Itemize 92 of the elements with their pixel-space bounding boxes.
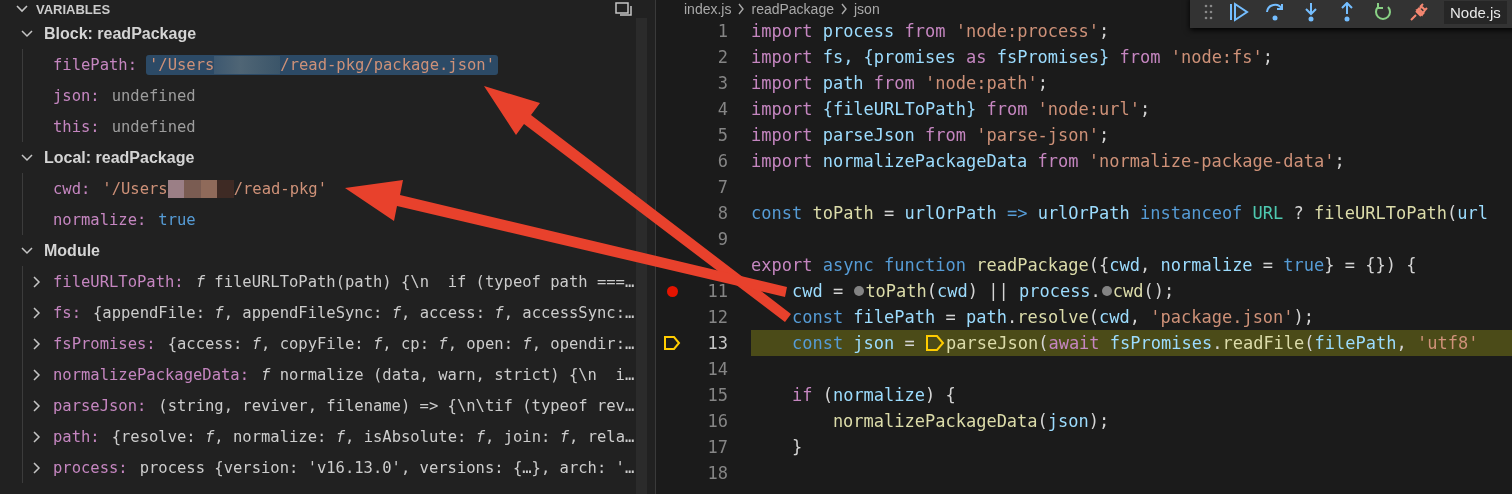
line-number: 11 xyxy=(706,281,728,301)
variable-name: parseJson: xyxy=(53,396,147,415)
variable-name: process: xyxy=(53,458,128,477)
variable-name: cwd: xyxy=(53,179,91,198)
scope-label[interactable]: Module xyxy=(44,241,100,260)
code-text: parseJson(await fsPromises.readFile(filePath, 'utf8' xyxy=(946,333,1479,353)
code-text: const json = xyxy=(790,333,916,353)
line-number: 7 xyxy=(716,177,728,197)
step-over-icon[interactable] xyxy=(1264,2,1286,22)
line-number: 18 xyxy=(706,463,728,483)
variable-value[interactable]: {appendFile: f, appendFileSync: f, access: f, accessSync:… xyxy=(93,303,635,322)
chevron-icon[interactable] xyxy=(31,274,43,289)
code-text: import fs, {promises as fsPromises} from 'node:fs'; xyxy=(751,47,1274,67)
variable-value[interactable]: true xyxy=(158,210,196,229)
variable-value[interactable]: undefined xyxy=(111,86,196,105)
line-number: 8 xyxy=(716,203,728,223)
blurred-redaction xyxy=(167,179,234,198)
line-number: 5 xyxy=(716,125,728,145)
panel-title: VARIABLES xyxy=(36,1,111,17)
code-text: normalizePackageData(json); xyxy=(831,411,1110,431)
drag-handle-icon[interactable] xyxy=(1204,3,1214,21)
line-number: 1 xyxy=(716,21,728,41)
variable-name: fs: xyxy=(53,303,81,322)
paused-arrow-icon xyxy=(663,335,681,351)
chevron-icon[interactable] xyxy=(31,429,43,444)
restart-icon[interactable] xyxy=(1372,2,1394,22)
code-text: const filePath = path.resolve(cwd, 'package.json'); xyxy=(790,307,1315,327)
line-number: 17 xyxy=(706,437,728,457)
code-text: import process from 'node:process'; xyxy=(751,21,1110,41)
chevron-icon[interactable] xyxy=(31,398,43,413)
inline-breakpoint-icon[interactable] xyxy=(854,286,865,296)
breadcrumb-item[interactable]: readPackage xyxy=(751,1,834,17)
scope-label[interactable]: Local: readPackage xyxy=(44,148,195,167)
variable-name: normalize: xyxy=(53,210,147,229)
chevron-icon xyxy=(840,3,848,15)
breadcrumb-item[interactable]: index.js xyxy=(684,1,732,17)
variable-name: path: xyxy=(53,427,100,446)
line-number: 9 xyxy=(716,229,728,249)
chevron-icon[interactable] xyxy=(31,367,43,382)
variable-name: fsPromises: xyxy=(53,334,156,353)
continue-icon[interactable] xyxy=(1228,2,1250,22)
variable-name: this: xyxy=(53,117,100,136)
inline-breakpoint-icon[interactable] xyxy=(1101,286,1112,296)
scope-label[interactable]: Block: readPackage xyxy=(44,24,197,43)
variable-value[interactable]: f normalize (data, warn, strict) {\n i… xyxy=(260,365,635,384)
collapse-chevron-icon[interactable] xyxy=(16,4,28,14)
variable-value[interactable]: /read-pkg/package.json' xyxy=(280,55,495,74)
breadcrumb-item[interactable]: json xyxy=(854,1,880,17)
variable-name: json: xyxy=(53,86,100,105)
collapse-all-icon[interactable] xyxy=(615,2,633,16)
variable-value[interactable]: '/Users xyxy=(149,55,215,74)
breakpoint-dot-icon[interactable] xyxy=(666,285,678,297)
variable-value[interactable]: /read-pkg' xyxy=(233,179,327,198)
code-text: toPath(cwd) || process. xyxy=(865,281,1101,301)
variable-name: normalizePackageData: xyxy=(53,365,249,384)
line-number: 12 xyxy=(706,307,728,327)
variable-value[interactable]: '/Users xyxy=(102,179,168,198)
code-text: import {fileURLToPath} from 'node:url'; xyxy=(751,99,1151,119)
variable-name: filePath: xyxy=(53,55,137,74)
code-text: import parseJson from 'parse-json'; xyxy=(751,125,1110,145)
debug-target-select[interactable]: Node.js xyxy=(1444,0,1507,24)
line-number: 15 xyxy=(706,385,728,405)
code-text: const toPath = urlOrPath => urlOrPath instanceof URL ? fileURLToPath(url xyxy=(751,203,1489,223)
variable-value[interactable]: process {version: 'v16.13.0', versions: {…}, arch: '… xyxy=(139,458,635,477)
line-number: 14 xyxy=(706,359,728,379)
variable-value[interactable]: f fileURLToPath(path) {\n if (typeof path ===… xyxy=(195,272,635,291)
code-text: } xyxy=(790,437,803,457)
variable-value[interactable]: undefined xyxy=(111,117,196,136)
code-text: export async function readPackage({cwd, normalize = true} = {}) { xyxy=(751,255,1417,275)
code-text: import normalizePackageData from 'normalize-package-data'; xyxy=(751,151,1345,171)
code-text: if (normalize) { xyxy=(790,385,956,405)
line-number: 2 xyxy=(716,47,728,67)
code-text: cwd = xyxy=(790,281,845,301)
variable-value[interactable]: (string, reviver, filename) => {\n\tif (typeof rev… xyxy=(158,396,635,415)
stack-frame-icon xyxy=(925,334,946,352)
chevron-icon[interactable] xyxy=(31,336,43,351)
plug-icon[interactable] xyxy=(1408,2,1430,22)
line-number: 3 xyxy=(716,73,728,93)
line-number: 6 xyxy=(716,151,728,171)
blurred-redaction xyxy=(214,55,281,74)
line-number: 16 xyxy=(706,411,728,431)
variable-name: fileURLToPath: xyxy=(53,272,184,291)
variable-value[interactable]: {resolve: f, normalize: f, isAbsolute: f, join: f, rela… xyxy=(111,427,635,446)
scrollbar[interactable] xyxy=(636,18,647,494)
code-text: cwd(); xyxy=(1112,281,1175,301)
chevron-icon[interactable] xyxy=(31,305,43,320)
line-number: 13 xyxy=(706,333,728,353)
code-text: import path from 'node:path'; xyxy=(751,73,1048,93)
line-number: 4 xyxy=(716,99,728,119)
chevron-icon[interactable] xyxy=(31,460,43,475)
chevron-icon xyxy=(737,3,746,15)
variable-value[interactable]: {access: f, copyFile: f, cp: f, open: f, opendir:… xyxy=(167,334,635,353)
